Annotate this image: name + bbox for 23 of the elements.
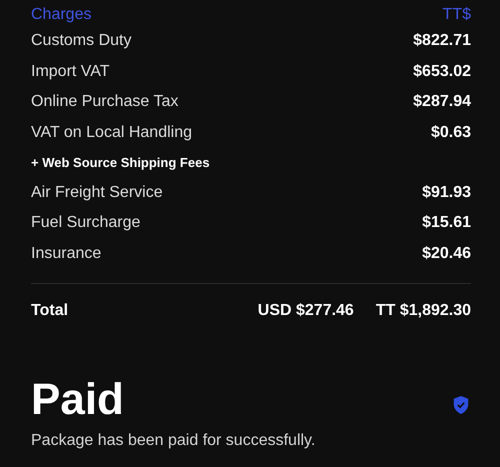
section-subheading: + Web Source Shipping Fees — [31, 155, 210, 170]
status-title: Paid — [31, 374, 124, 426]
status-message: Package has been paid for successfully. — [31, 432, 316, 450]
charge-amount: $287.94 — [413, 93, 471, 112]
charge-label: Insurance — [31, 244, 102, 263]
charge-amount: $15.61 — [422, 214, 471, 232]
column-heading: Charges — [31, 6, 92, 24]
total-tt: TT $1,892.30 — [376, 302, 471, 320]
charge-amount: $91.93 — [422, 184, 471, 202]
charge-label: Fuel Surcharge — [31, 214, 140, 232]
charge-amount: $653.02 — [413, 62, 471, 81]
total-label: Total — [31, 302, 68, 320]
charge-label: VAT on Local Handling — [31, 124, 192, 142]
charge-label: Import VAT — [31, 62, 110, 81]
charge-amount: $822.71 — [413, 32, 471, 50]
charge-amount: $0.63 — [430, 124, 471, 142]
total-usd: USD $277.46 — [258, 302, 354, 320]
charge-label: Air Freight Service — [31, 184, 163, 202]
charge-amount: $20.46 — [422, 244, 471, 263]
currency-heading: TT$ — [442, 6, 471, 24]
charge-label: Customs Duty — [31, 32, 132, 50]
shield-check-icon — [452, 395, 470, 416]
charge-label: Online Purchase Tax — [31, 93, 178, 112]
